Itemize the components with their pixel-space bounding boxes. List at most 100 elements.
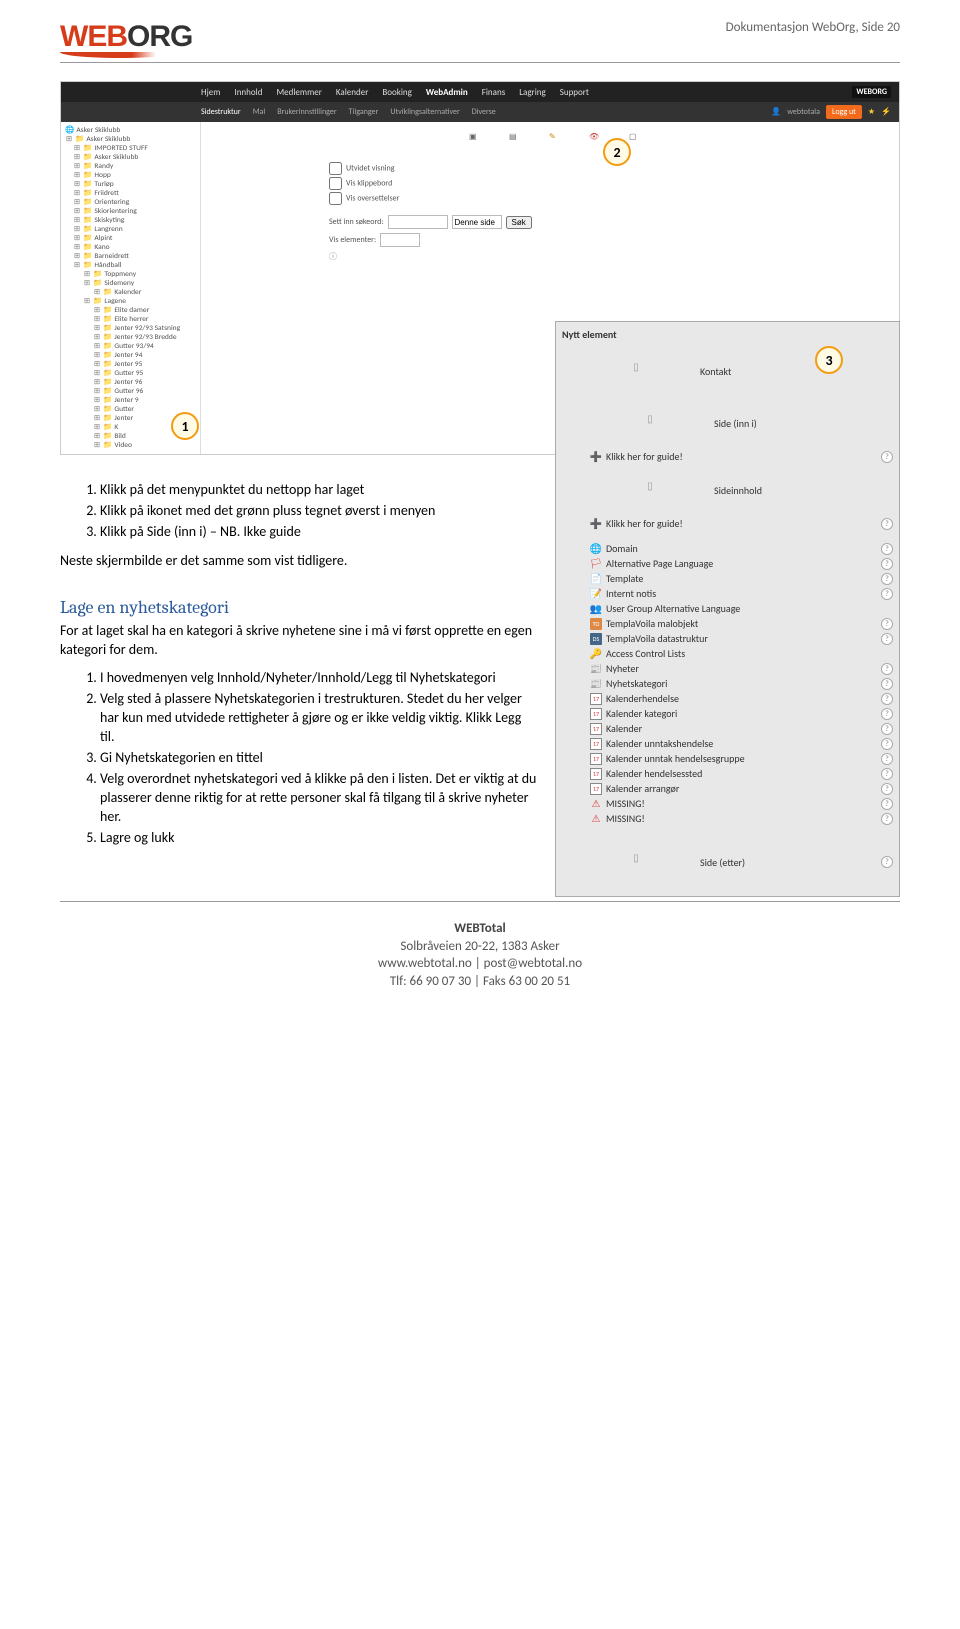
tree-item[interactable]: ⊞📁Asker Skiklubb [63,135,198,144]
popup-item[interactable]: 📰Nyheter? [560,661,895,676]
help-icon[interactable]: ? [881,633,893,645]
popup-guide-link-2[interactable]: ➕ Klikk her for guide! ? [560,516,895,531]
search-input[interactable] [388,215,448,229]
help-icon[interactable]: ? [881,856,893,868]
subnav-sidestruktur[interactable]: Sidestruktur [201,107,241,117]
help-icon[interactable]: ? [881,708,893,720]
popup-item[interactable]: 17Kalender kategori? [560,706,895,721]
tree-item[interactable]: ⊞📁Lagene [63,297,198,306]
subnav-utvikling[interactable]: Utviklingsalternativer [390,107,459,117]
help-icon[interactable]: ? [881,753,893,765]
nav-hjem[interactable]: Hjem [201,87,220,98]
help-icon[interactable]: ? [881,678,893,690]
popup-item[interactable]: 📄Template? [560,571,895,586]
popup-side-inn-i[interactable]: ▯ Side (inn i) [560,397,895,449]
nav-lagring[interactable]: Lagring [519,87,546,98]
tree-item[interactable]: ⊞📁Orientering [63,198,198,207]
toolbar-icon-5[interactable]: ▢ [629,132,639,142]
nav-medlemmer[interactable]: Medlemmer [276,87,321,98]
tree-item[interactable]: ⊞📁Turløp [63,180,198,189]
tree-item[interactable]: ⊞📁Sidemeny [63,279,198,288]
popup-item[interactable]: 🔑Access Control Lists [560,646,895,661]
tree-item[interactable]: ⊞📁Jenter 94 [63,351,198,360]
toolbar-icon-1[interactable]: ▣ [469,132,479,142]
tree-item[interactable]: ⊞📁Toppmeny [63,270,198,279]
tree-item[interactable]: ⊞📁Randy [63,162,198,171]
tree-item[interactable]: ⊞📁Friidrett [63,189,198,198]
popup-item[interactable]: 17Kalender unntak hendelsesgruppe? [560,751,895,766]
tree-item[interactable]: ⊞📁Hopp [63,171,198,180]
search-scope[interactable] [452,215,502,229]
popup-item[interactable]: 17Kalender hendelsessted? [560,766,895,781]
popup-item[interactable]: DSTemplaVoila datastruktur? [560,631,895,646]
subnav-tilganger[interactable]: Tilganger [349,107,379,117]
tree-item[interactable]: ⊞📁Skiskyting [63,216,198,225]
popup-item[interactable]: ⚠MISSING!? [560,811,895,826]
help-icon[interactable]: ? [881,558,893,570]
help-icon[interactable]: ? [881,693,893,705]
toolbar-icon-pencil[interactable]: ✎ [549,132,559,142]
subnav-diverse[interactable]: Diverse [472,107,496,117]
tree-item[interactable]: ⊞📁Alpint [63,234,198,243]
tree-item[interactable]: ⊞📁Skiorientering [63,207,198,216]
popup-guide-link-1[interactable]: ➕ Klikk her for guide! ? [560,449,895,464]
check-overs[interactable]: Vis oversettelser [329,192,891,205]
tree-item[interactable]: ⊞📁Langrenn [63,225,198,234]
help-icon[interactable]: ? [881,783,893,795]
tree-item[interactable]: ⊞📁Jenter 95 [63,360,198,369]
popup-sideinnhold[interactable]: ▯ Sideinnhold [560,464,895,516]
popup-item[interactable]: 17Kalender? [560,721,895,736]
popup-item[interactable]: 17Kalender arrangør? [560,781,895,796]
popup-side-etter[interactable]: ▯ Side (etter) ? [560,836,895,888]
nav-booking[interactable]: Booking [382,87,412,98]
nav-webadmin[interactable]: WebAdmin [426,87,468,98]
popup-kontakt[interactable]: ▯ Kontakt [560,345,895,397]
tree-item[interactable]: ⊞📁Jenter 96 [63,378,198,387]
tree-item[interactable]: ⊞📁Kano [63,243,198,252]
help-icon[interactable]: ? [881,543,893,555]
tree-item[interactable]: ⊞📁Asker Skiklubb [63,153,198,162]
nav-innhold[interactable]: Innhold [234,87,262,98]
help-icon[interactable]: ? [881,618,893,630]
screenshot-tree[interactable]: 🌐Asker Skiklubb⊞📁Asker Skiklubb⊞📁IMPORTE… [61,122,201,454]
toolbar-icon-eye[interactable]: 👁 [589,132,599,142]
tree-item[interactable]: ⊞📁Jenter 92/93 Bredde [63,333,198,342]
help-icon[interactable]: ? [881,588,893,600]
help-icon[interactable]: ? [881,813,893,825]
tree-item[interactable]: 🌐Asker Skiklubb [63,126,198,135]
tree-item[interactable]: ⊞📁Gutter 95 [63,369,198,378]
help-icon[interactable]: ? [881,768,893,780]
popup-item[interactable]: 📝Internt notis? [560,586,895,601]
search-button[interactable]: Søk [506,216,532,229]
tree-item[interactable]: ⊞📁Håndball [63,261,198,270]
popup-item[interactable]: 🌐Domain? [560,541,895,556]
help-icon[interactable]: ? [881,451,893,463]
tree-item[interactable]: ⊞📁Gutter 96 [63,387,198,396]
help-icon[interactable]: ? [881,663,893,675]
tree-item[interactable]: ⊞📁Jenter 92/93 Satsning [63,324,198,333]
popup-item[interactable]: ⚠MISSING!? [560,796,895,811]
tree-item[interactable]: ⊞📁Jenter 9 [63,396,198,405]
popup-item[interactable]: TOTemplaVoila malobjekt? [560,616,895,631]
vis-input[interactable] [380,233,420,247]
tree-item[interactable]: ⊞📁Video [63,441,198,450]
popup-item[interactable]: 17Kalender unntakshendelse? [560,736,895,751]
subnav-mal[interactable]: Mal [253,107,266,117]
help-icon[interactable]: ? [881,723,893,735]
popup-item[interactable]: 📰Nyhetskategori? [560,676,895,691]
nav-finans[interactable]: Finans [482,87,506,98]
help-icon[interactable]: ? [881,573,893,585]
check-klippebord[interactable]: Vis klippebord [329,177,891,190]
bolt-icon[interactable]: ⚡ [881,107,891,117]
tree-item[interactable]: ⊞📁Elite damer [63,306,198,315]
logout-button[interactable]: Logg ut [826,105,862,119]
help-icon[interactable]: ? [881,738,893,750]
popup-item[interactable]: 👥User Group Alternative Language [560,601,895,616]
subnav-bruker[interactable]: Brukerinnstillinger [277,107,336,117]
tree-item[interactable]: ⊞📁Barneidrett [63,252,198,261]
tree-item[interactable]: ⊞📁Kalender [63,288,198,297]
nav-support[interactable]: Support [560,87,589,98]
tree-item[interactable]: ⊞📁Gutter 93/94 [63,342,198,351]
toolbar-icon-2[interactable]: ▤ [509,132,519,142]
popup-item[interactable]: 🏳Alternative Page Language? [560,556,895,571]
